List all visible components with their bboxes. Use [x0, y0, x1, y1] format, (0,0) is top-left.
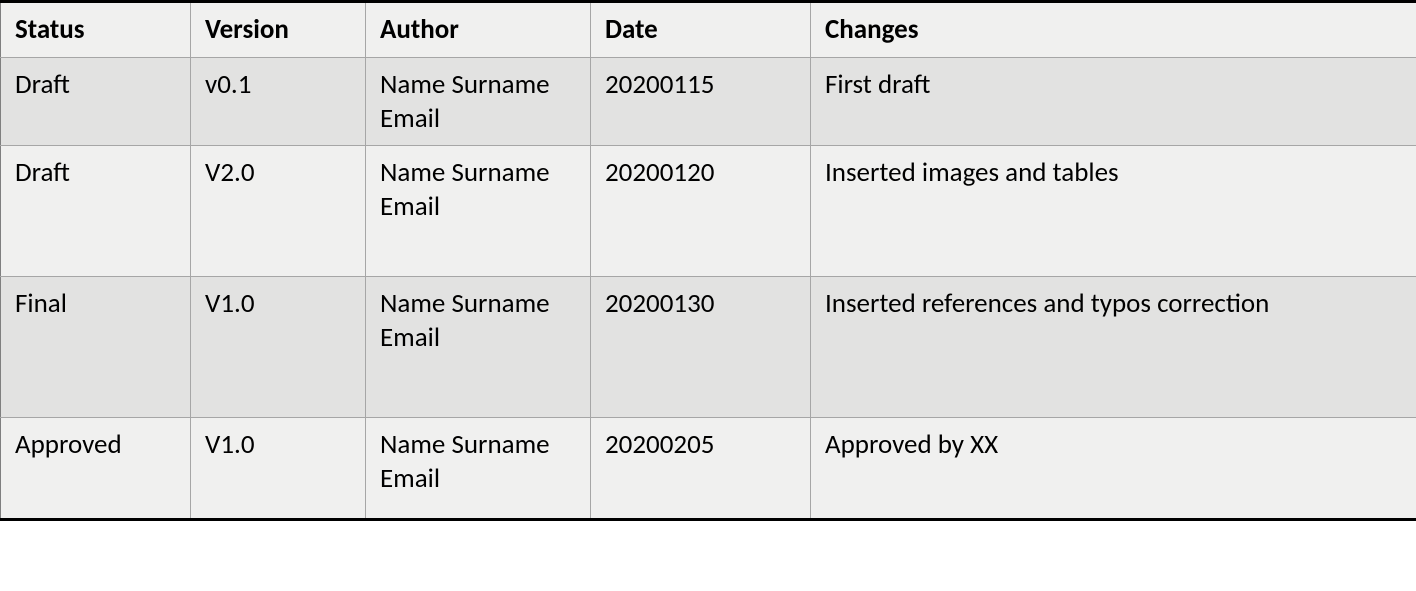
- cell-date: 20200130: [591, 277, 811, 418]
- col-header-status: Status: [1, 2, 191, 58]
- cell-version: V2.0: [191, 146, 366, 277]
- table-row: Final V1.0 Name Surname Email 20200130 I…: [1, 277, 1416, 418]
- cell-version: V1.0: [191, 277, 366, 418]
- table-header-row: Status Version Author Date Changes: [1, 2, 1416, 58]
- cell-author: Name Surname Email: [366, 57, 591, 146]
- col-header-version: Version: [191, 2, 366, 58]
- cell-status: Final: [1, 277, 191, 418]
- col-header-date: Date: [591, 2, 811, 58]
- cell-status: Draft: [1, 146, 191, 277]
- cell-version: v0.1: [191, 57, 366, 146]
- cell-version: V1.0: [191, 418, 366, 520]
- cell-date: 20200120: [591, 146, 811, 277]
- col-header-changes: Changes: [811, 2, 1416, 58]
- cell-date: 20200115: [591, 57, 811, 146]
- cell-author: Name Surname Email: [366, 277, 591, 418]
- cell-changes: Approved by XX: [811, 418, 1416, 520]
- cell-changes: Inserted references and typos correction: [811, 277, 1416, 418]
- cell-status: Approved: [1, 418, 191, 520]
- cell-author: Name Surname Email: [366, 418, 591, 520]
- cell-status: Draft: [1, 57, 191, 146]
- table-row: Approved V1.0 Name Surname Email 2020020…: [1, 418, 1416, 520]
- cell-author: Name Surname Email: [366, 146, 591, 277]
- table-row: Draft v0.1 Name Surname Email 20200115 F…: [1, 57, 1416, 146]
- col-header-author: Author: [366, 2, 591, 58]
- revision-history-table: Status Version Author Date Changes Draft…: [0, 0, 1416, 521]
- table-row: Draft V2.0 Name Surname Email 20200120 I…: [1, 146, 1416, 277]
- cell-date: 20200205: [591, 418, 811, 520]
- cell-changes: First draft: [811, 57, 1416, 146]
- cell-changes: Inserted images and tables: [811, 146, 1416, 277]
